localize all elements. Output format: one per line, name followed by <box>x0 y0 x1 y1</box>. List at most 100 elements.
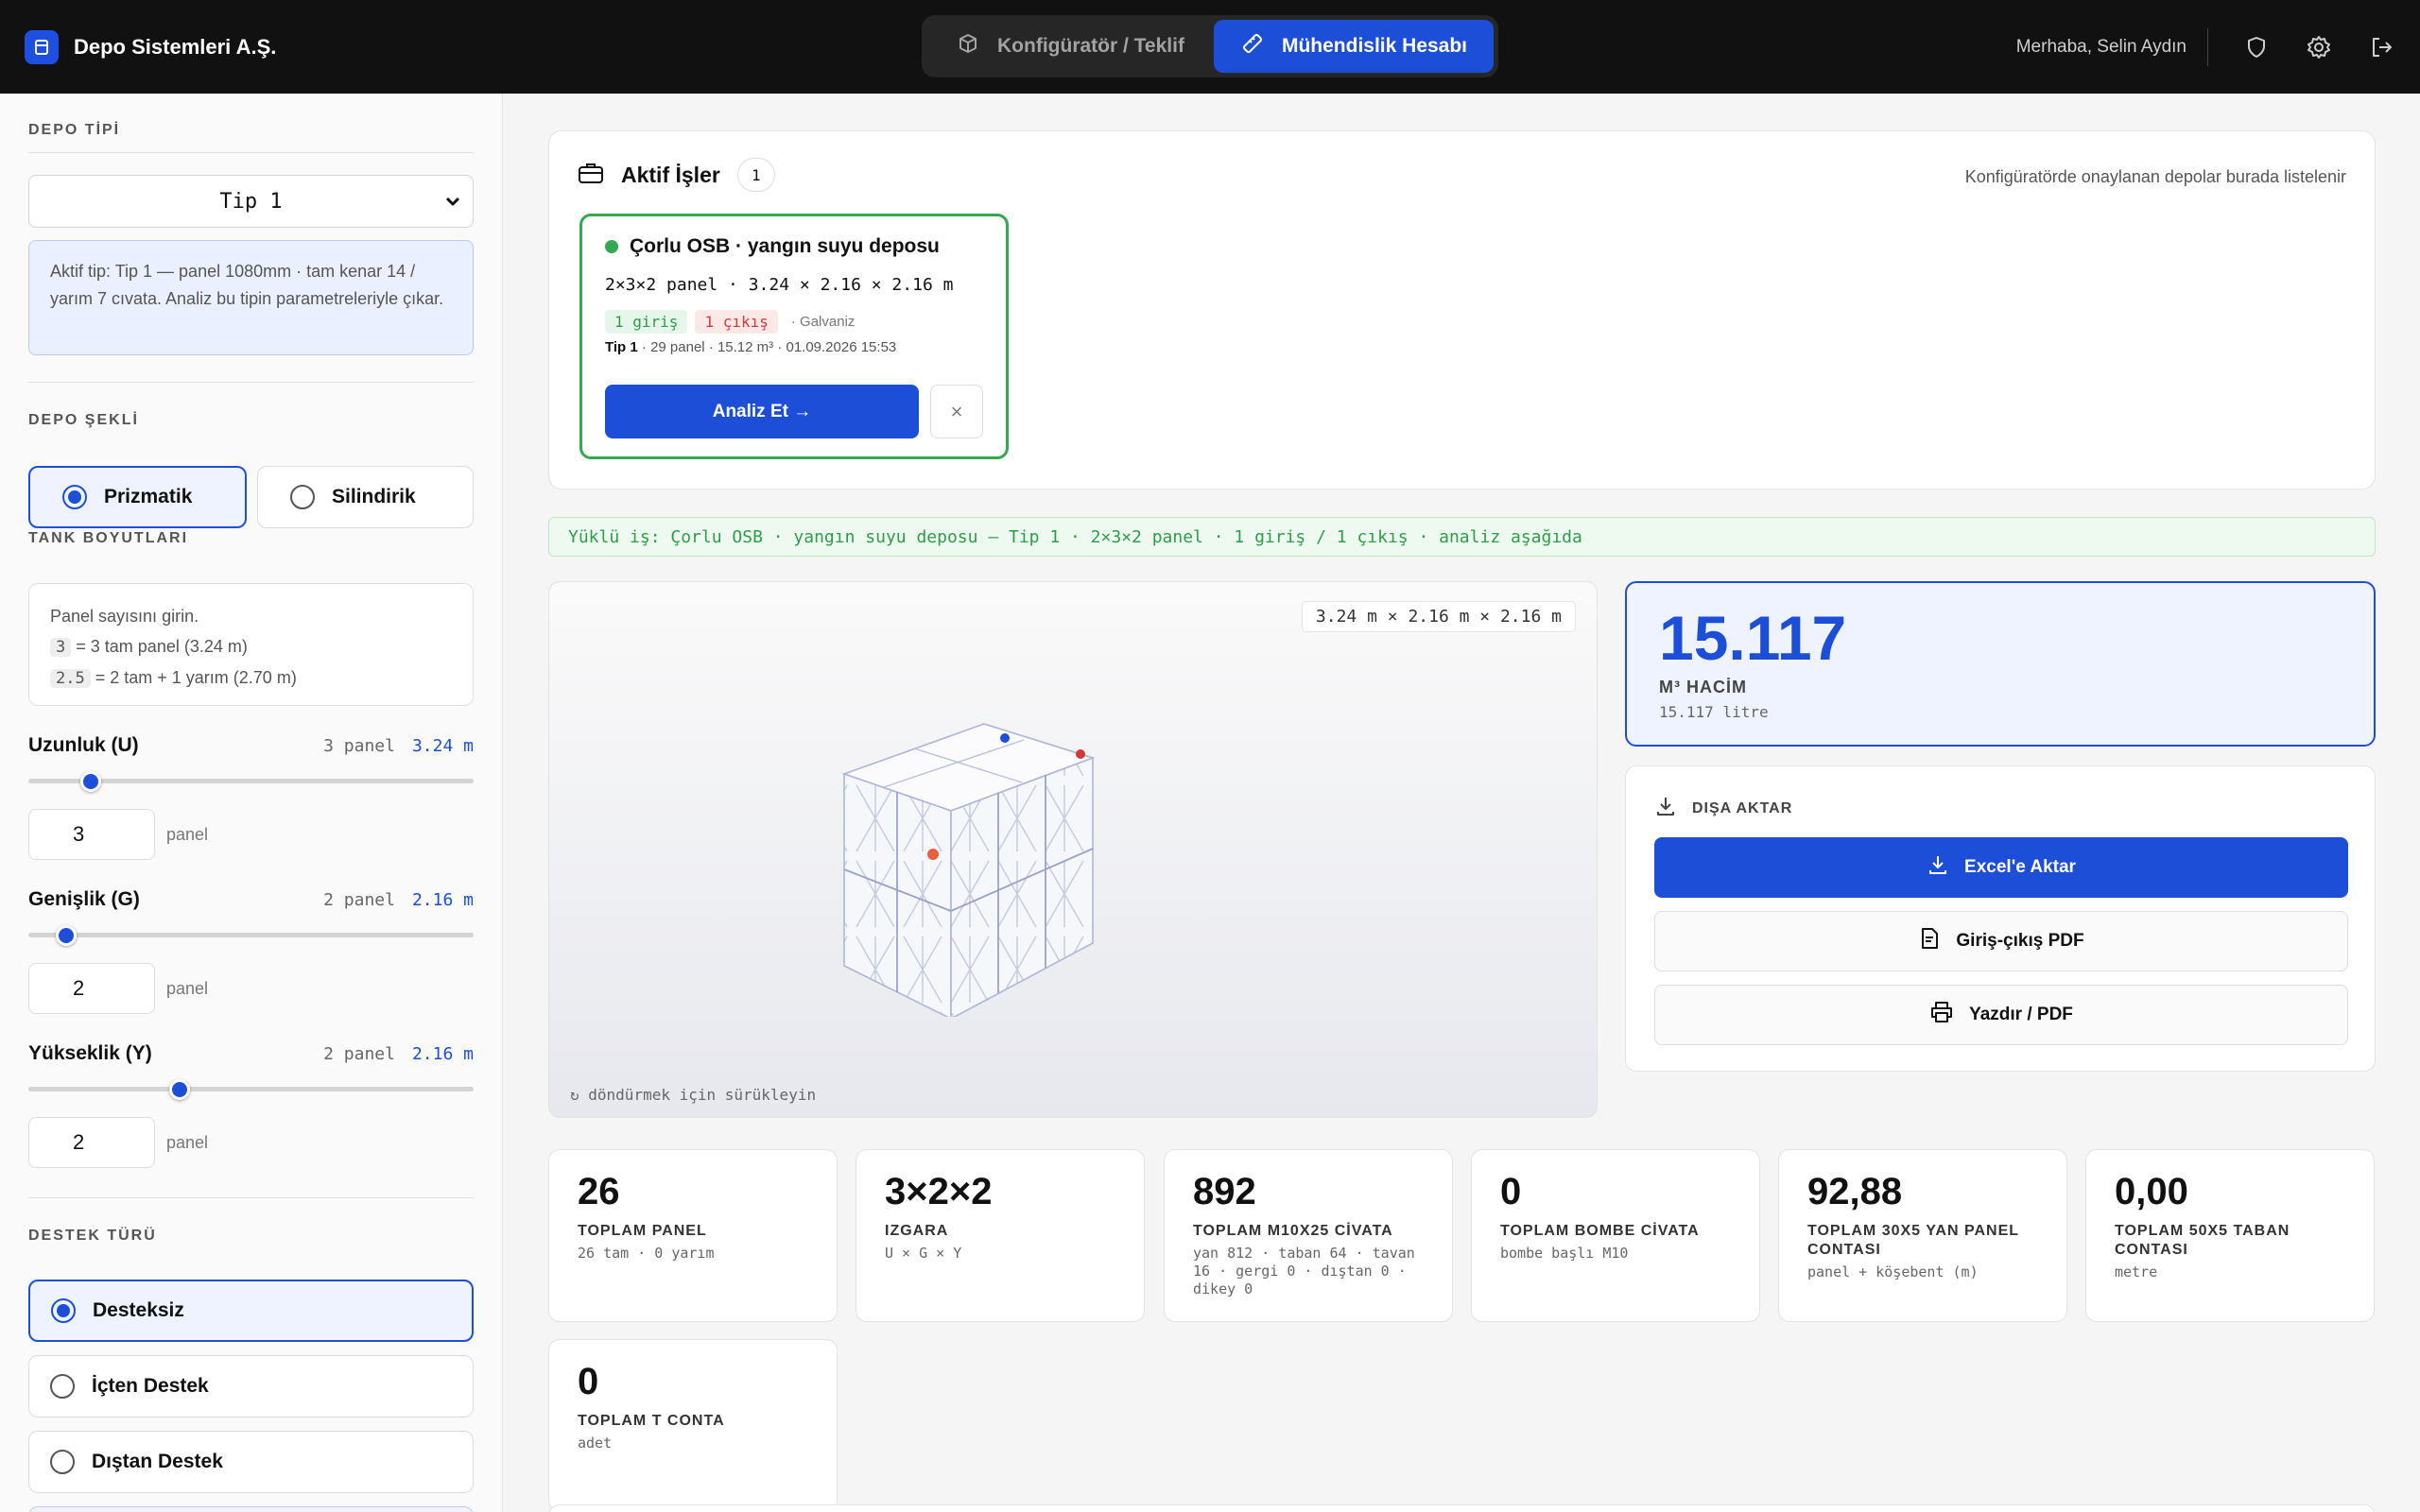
dimension-height: Yükseklik (Y) 2 panel 2.16 m 2 panel <box>28 1040 474 1168</box>
divider <box>28 382 474 383</box>
inlet-marker <box>1000 733 1010 743</box>
stat-sub: adet <box>578 1435 613 1452</box>
support-none-option[interactable]: Desteksiz <box>28 1280 474 1342</box>
stat-sub: 26 tam · 0 yarım <box>578 1245 715 1262</box>
radio-icon <box>50 1450 75 1474</box>
height-unit: panel <box>166 1132 209 1152</box>
export-pdf-label: Giriş-çıkış PDF <box>1956 931 2084 951</box>
close-job-button[interactable]: × <box>930 385 983 438</box>
active-jobs-card: Aktif İşler 1 Konfigüratörde onaylanan d… <box>548 130 2376 490</box>
length-unit: panel <box>166 824 209 844</box>
shape-prismatic-label: Prizmatik <box>104 486 193 507</box>
export-pdf-button[interactable]: Giriş-çıkış PDF <box>1654 911 2348 971</box>
dimension-value: 3 panel 3.24 m <box>323 736 474 756</box>
support-internal-label: İçten Destek <box>92 1375 209 1397</box>
height-slider-handle[interactable] <box>169 1079 191 1100</box>
support-next-option[interactable] <box>28 1506 474 1512</box>
dimension-name: Yükseklik (Y) <box>28 1042 152 1064</box>
length-input[interactable]: 3 <box>28 809 155 860</box>
mode-engineering-tab[interactable]: Mühendislik Hesabı <box>1214 20 1494 73</box>
width-input[interactable]: 2 <box>28 963 155 1014</box>
stat-bolts: 892 TOPLAM M10X25 CİVATA yan 812 · taban… <box>1164 1149 1453 1322</box>
stat-label: TOPLAM M10X25 CİVATA <box>1193 1223 1393 1239</box>
brand[interactable]: Depo Sistemleri A.Ş. <box>25 29 276 64</box>
dimension-header: Uzunluk (U) 3 panel 3.24 m <box>28 731 474 760</box>
briefcase-icon <box>578 161 604 190</box>
stat-value: 26 <box>578 1171 620 1212</box>
tank-3d-model[interactable] <box>757 705 1116 1017</box>
tank-3d-viewer[interactable]: 3.24 m × 2.16 m × 2.16 m ↻ döndürmek içi… <box>548 581 1598 1118</box>
job-tags: 1 giriş 1 çıkış · Galvaniz <box>605 310 983 334</box>
user-greeting: Merhaba, Selin Aydın <box>2016 27 2208 66</box>
support-none-label: Desteksiz <box>93 1299 184 1321</box>
cube-icon <box>956 31 980 61</box>
job-title-row: Çorlu OSB · yangın suyu deposu <box>605 235 983 258</box>
sidebar: DEPO TİPİ Tip 1 Aktif tip: Tip 1 — panel… <box>0 94 503 1512</box>
shape-cylindrical-label: Silindirik <box>332 486 416 507</box>
tank-logo-icon <box>25 29 59 64</box>
support-internal-option[interactable]: İçten Destek <box>28 1355 474 1418</box>
export-excel-button[interactable]: Excel'e Aktar <box>1654 837 2348 898</box>
dimension-length: Uzunluk (U) 3 panel 3.24 m 3 panel <box>28 731 474 860</box>
height-slider-track[interactable] <box>28 1087 474 1091</box>
stat-label: TOPLAM T CONTA <box>578 1413 725 1429</box>
tank-type-label: DEPO TİPİ <box>28 122 121 138</box>
tank-type-select[interactable]: Tip 1 <box>28 175 474 228</box>
vent-marker <box>1076 749 1085 759</box>
length-slider-handle[interactable] <box>79 771 101 792</box>
job-meta: Tip 1 · 29 panel · 15.12 m³ · 01.09.2026… <box>605 339 983 355</box>
shape-prismatic-option[interactable]: Prizmatik <box>28 466 247 528</box>
width-slider-handle[interactable] <box>56 925 78 946</box>
stat-value: 0 <box>578 1361 599 1402</box>
stat-value: 3×2×2 <box>885 1171 993 1212</box>
export-excel-label: Excel'e Aktar <box>1964 857 2076 877</box>
shield-icon[interactable] <box>2242 33 2271 61</box>
job-dimensions: 2×3×2 panel · 3.24 × 2.16 × 2.16 m <box>605 275 954 295</box>
width-unit: panel <box>166 978 209 998</box>
active-jobs-hint: Konfigüratörde onaylanan depolar burada … <box>1964 167 2346 186</box>
volume-value: 15.117 <box>1659 603 1847 673</box>
export-header: DIŞA AKTAR <box>1654 795 1792 822</box>
height-input[interactable]: 2 <box>28 1117 155 1168</box>
volume-liters: 15.117 litre <box>1659 703 1769 721</box>
stat-value: 892 <box>1193 1171 1256 1212</box>
tank-type-info: Aktif tip: Tip 1 — panel 1080mm · tam ke… <box>28 240 474 355</box>
volume-label: M³ HACİM <box>1659 678 1747 696</box>
shape-cylindrical-option[interactable]: Silindirik <box>257 466 474 528</box>
outlet-marker <box>927 849 939 860</box>
ruler-icon <box>1240 31 1265 61</box>
divider <box>28 1197 474 1198</box>
stat-label: TOPLAM PANEL <box>578 1223 707 1239</box>
stat-sub: bombe başlı M10 <box>1500 1245 1629 1262</box>
job-card[interactable]: Çorlu OSB · yangın suyu deposu 2×3×2 pan… <box>579 214 1009 459</box>
analyze-button[interactable]: Analiz Et → <box>605 385 919 438</box>
dimensions-help: Panel sayısını girin. 3 = 3 tam panel (3… <box>28 583 474 706</box>
logout-icon[interactable] <box>2367 33 2395 61</box>
support-label: DESTEK TÜRÜ <box>28 1228 157 1244</box>
help-line: 3 = 3 tam panel (3.24 m) <box>50 631 452 662</box>
help-text: = 3 tam panel (3.24 m) <box>76 637 248 656</box>
stat-sub: yan 812 · taban 64 · tavan 16 · gergi 0 … <box>1193 1245 1415 1297</box>
download-icon <box>1654 795 1677 822</box>
mode-configurator-tab[interactable]: Konfigüratör / Teklif <box>926 20 1214 73</box>
stat-value: 0,00 <box>2115 1171 2188 1212</box>
support-external-option[interactable]: Dıştan Destek <box>28 1431 474 1493</box>
radio-icon <box>51 1298 76 1323</box>
stat-side-gasket: 92,88 TOPLAM 30X5 YAN PANEL CONTASI pane… <box>1778 1149 2067 1322</box>
job-title: Çorlu OSB · yangın suyu deposu <box>630 235 940 257</box>
active-jobs-header: Aktif İşler 1 <box>578 158 775 192</box>
stat-label: TOPLAM 50X5 TABAN CONTASI <box>2115 1223 2290 1258</box>
stat-t-gasket: 0 TOPLAM T CONTA adet <box>548 1339 838 1512</box>
chevron-down-icon <box>442 191 463 217</box>
divider <box>28 152 474 153</box>
document-icon <box>1918 926 1941 956</box>
dimension-value: 2 panel 2.16 m <box>323 890 474 910</box>
print-button[interactable]: Yazdır / PDF <box>1654 985 2348 1045</box>
dimension-meters: 2.16 m <box>411 889 474 910</box>
dimension-width: Genişlik (G) 2 panel 2.16 m 2 panel <box>28 885 474 1014</box>
radio-icon <box>50 1374 75 1399</box>
export-title: DIŞA AKTAR <box>1692 799 1793 816</box>
dimension-panels: 3 panel <box>323 735 395 756</box>
width-slider-track[interactable] <box>28 933 474 937</box>
gear-icon[interactable] <box>2305 33 2333 61</box>
